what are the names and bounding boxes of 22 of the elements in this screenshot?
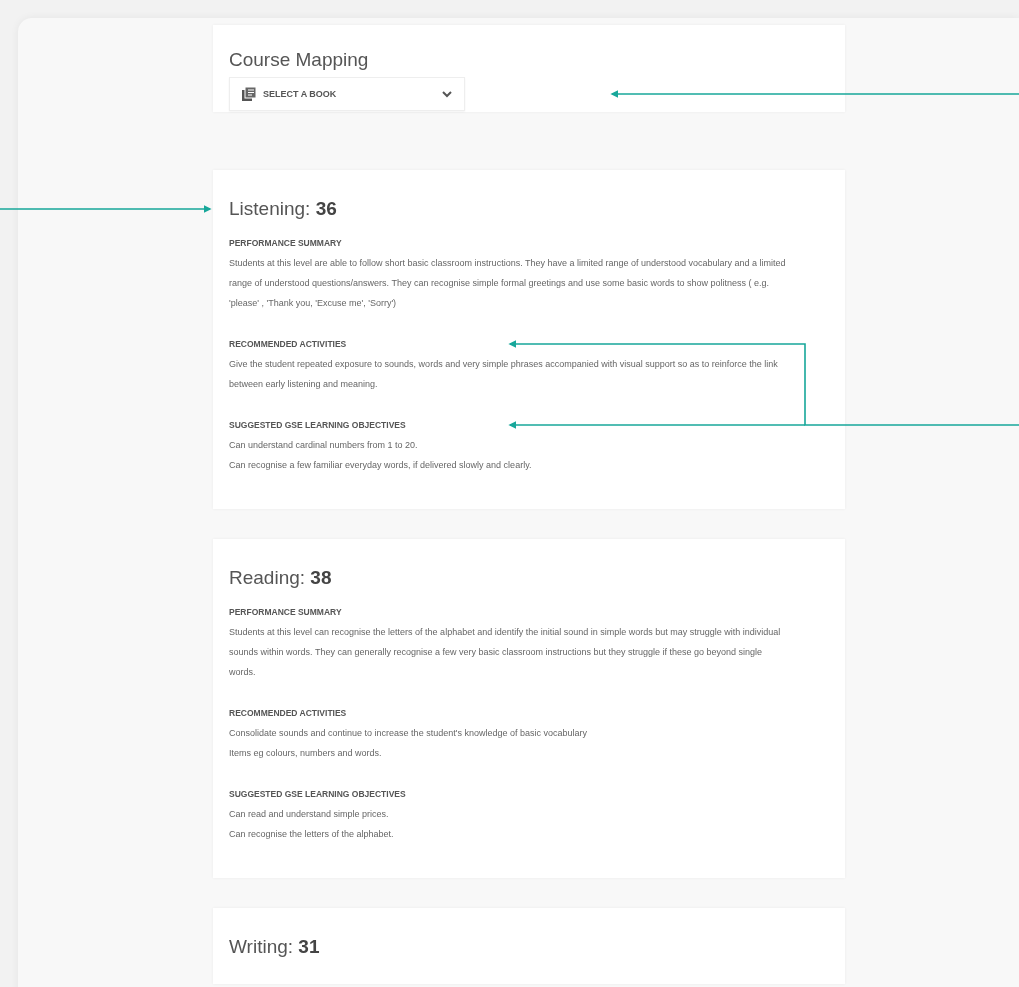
section-heading: PERFORMANCE SUMMARY xyxy=(229,607,342,617)
skill-title: Listening: 36 xyxy=(229,197,337,221)
book-icon xyxy=(242,87,256,101)
skill-title: Writing: 31 xyxy=(229,935,320,959)
card-title: Course Mapping xyxy=(229,48,370,72)
skill-title: Reading: 38 xyxy=(229,566,332,590)
section-text: Give the student repeated exposure to sounds, words and very simple phrases accompanied with visual support so as to reinforce the link between early listening and meaning. xyxy=(229,358,779,391)
section-text: Students at this level can recognise the letters of the alphabet and identify the initial sound in simple words but may struggle with individual sounds within words. They can generally recognise a few very basic classroom instructions but they struggle if these go beyond single words. xyxy=(229,626,782,679)
section-text: Can understand cardinal numbers from 1 to 20. xyxy=(229,439,418,452)
book-select[interactable]: SELECT A BOOK xyxy=(229,77,465,111)
section-heading: SUGGESTED GSE LEARNING OBJECTIVES xyxy=(229,420,406,430)
section-text: Consolidate sounds and continue to increase the student's knowledge of basic vocabulary xyxy=(229,727,587,740)
chevron-down-icon xyxy=(442,90,452,98)
section-text: Can recognise a few familiar everyday words, if delivered slowly and clearly. xyxy=(229,459,532,472)
section-heading: SUGGESTED GSE LEARNING OBJECTIVES xyxy=(229,789,406,799)
section-text: Students at this level are able to follow short basic classroom instructions. They have a limited range of understood vocabulary and a limited range of understood questions/answers. They can recognise simple formal greetings and use some basic words to show politness ( e.g. 'please' , 'Thank you, 'Excuse me', 'Sorry') xyxy=(229,257,787,310)
section-heading: RECOMMENDED ACTIVITIES xyxy=(229,339,347,349)
section-text: Can read and understand simple prices. xyxy=(229,808,389,821)
section-text: Can recognise the letters of the alphabet. xyxy=(229,828,394,841)
section-heading: RECOMMENDED ACTIVITIES xyxy=(229,708,347,718)
section-text: Items eg colours, numbers and words. xyxy=(229,747,382,760)
section-heading: PERFORMANCE SUMMARY xyxy=(229,238,342,248)
